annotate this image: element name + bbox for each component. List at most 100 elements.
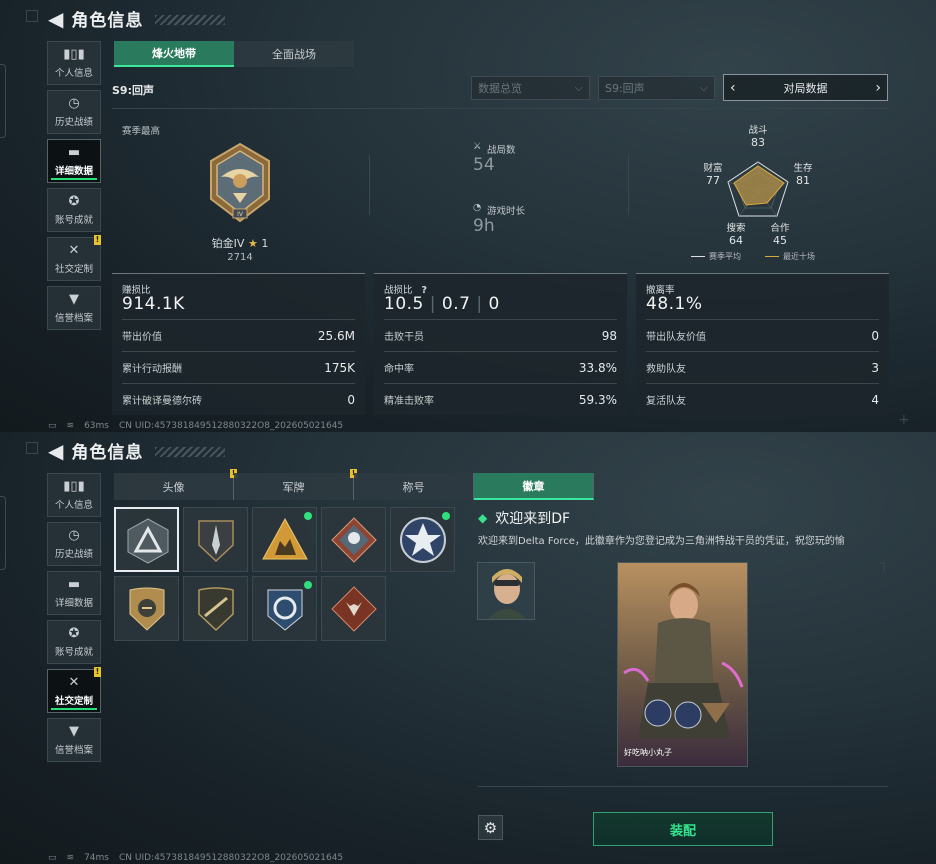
tab-full-battlefield[interactable]: 全面战场	[234, 41, 354, 67]
shield-icon: ▼	[69, 291, 79, 307]
badge-description: 欢迎来到Delta Force，此徽章作为您登记成为三角洲特战干员的凭证，祝您玩…	[478, 536, 845, 547]
badge-item-rifle[interactable]	[183, 576, 248, 641]
radar-label-survive: 生存 81	[783, 160, 823, 187]
radar-label-wealth: 财富 77	[693, 160, 733, 187]
equip-button[interactable]: 装配	[593, 812, 773, 846]
back-arrow-icon[interactable]: ◀	[48, 7, 63, 31]
diamond-icon: ◆	[478, 511, 488, 525]
sidebar-item-history[interactable]: ◷ 历史战绩	[47, 90, 101, 134]
radar-axis-value: 45	[773, 234, 787, 247]
badge-item-wolf[interactable]	[321, 576, 386, 641]
stat-row: 精准击败率 59.3%	[384, 383, 617, 415]
operator-showcase-image: 好吃呐小丸子	[617, 562, 748, 767]
sidebar-item-credit[interactable]: ▼ 信誉档案	[47, 718, 101, 762]
stat-row: 救助队友 3	[646, 351, 879, 383]
medal-icon: ✪	[68, 625, 80, 641]
radar-axis-label: 合作	[770, 223, 790, 234]
sidebar-item-personal-info[interactable]: ▮▯▮ 个人信息	[47, 473, 101, 517]
soldiers-emblem-icon	[262, 517, 308, 560]
sidebar-item-credit[interactable]: ▼ 信誉档案	[47, 286, 101, 330]
badge-item-soldiers[interactable]	[252, 507, 317, 572]
sidebar-item-achievements[interactable]: ✪ 账号成就	[47, 620, 101, 664]
tab-label: 徽章	[522, 479, 545, 493]
chevron-right-icon[interactable]: ›	[875, 80, 881, 96]
badge-item-blue-crest[interactable]	[252, 576, 317, 641]
badge-item-rose[interactable]	[321, 507, 386, 572]
sidebar-item-label: 个人信息	[54, 67, 93, 79]
wolf-emblem-icon	[331, 586, 377, 632]
stat-label: 带出队友价值	[646, 332, 706, 343]
stat-row: 命中率 33.8%	[384, 351, 617, 383]
sidebar-item-social[interactable]: ✕ 社交定制!	[47, 667, 101, 713]
mode-tabs: 烽火地带 全面战场	[114, 41, 354, 67]
tab-firezone[interactable]: 烽火地带	[114, 41, 234, 67]
back-arrow-icon[interactable]: ◀	[48, 439, 63, 463]
edge-handle[interactable]	[0, 64, 6, 138]
battery-icon: ▭	[48, 853, 57, 863]
sidebar-item-label: 社交定制	[54, 263, 93, 275]
badge-item-shield-gold[interactable]	[114, 576, 179, 641]
sidebar-item-detail-data[interactable]: ▬ 详细数据	[47, 571, 101, 615]
sidebar-item-social[interactable]: ✕ 社交定制!	[47, 235, 101, 281]
corner-decoration	[26, 10, 38, 22]
sidebar: ▮▯▮ 个人信息 ◷ 历史战绩 ▬ 详细数据 ✪ 账号成就 ✕ 社交定制! ▼ 信誉档案	[47, 473, 103, 767]
legend-avg-label: 赛季平均	[709, 252, 741, 261]
tab-avatar[interactable]: 头像!	[114, 469, 237, 500]
uid-text: CN UID:457381849512880322O8_202605021645	[118, 421, 344, 431]
badge-item-star[interactable]	[390, 507, 455, 572]
tab-title[interactable]: 称号	[354, 473, 474, 500]
star-emblem-icon	[400, 517, 446, 563]
stat-row: 累计行动报酬 175K	[122, 351, 355, 383]
sidebar-item-achievements[interactable]: ✪ 账号成就	[47, 188, 101, 232]
season-dropdown[interactable]: S9:回声 ⌵	[598, 76, 715, 100]
uid-text: CN UID:457381849512880322O8_202605021645	[118, 853, 344, 863]
divider	[112, 108, 888, 109]
stat-value: 3	[871, 360, 879, 375]
badge-title: 欢迎来到DF	[495, 511, 571, 527]
blade-emblem-icon	[198, 520, 234, 563]
page-title: 角色信息	[71, 443, 144, 463]
rank-info: 铂金IV ★ 1 2714	[170, 235, 310, 263]
stat-label: 带出价值	[122, 332, 162, 343]
card-value: 914.1K	[122, 294, 185, 314]
custom-tabs: 头像! 军牌! 称号 徽章	[114, 469, 594, 500]
sidebar-item-label: 详细数据	[54, 165, 93, 177]
tab-dogtag[interactable]: 军牌!	[234, 469, 357, 500]
legend-recent-label: 最近十场	[783, 252, 815, 261]
tab-badge[interactable]: 徽章	[474, 473, 594, 500]
stat-value: 33.8%	[578, 360, 617, 375]
folder-icon: ▬	[67, 144, 81, 160]
stat-row: 复活队友 4	[646, 383, 879, 415]
divider	[628, 155, 629, 215]
stat-value: 25.6M	[317, 328, 355, 343]
edge-handle[interactable]	[0, 496, 6, 570]
stat-label: 累计行动报酬	[122, 364, 182, 375]
tab-label: 头像	[162, 480, 185, 494]
sidebar-item-personal-info[interactable]: ▮▯▮ 个人信息	[47, 41, 101, 85]
radar-axis-label: 搜索	[726, 223, 746, 234]
chevron-left-icon[interactable]: ‹	[730, 80, 736, 96]
stat-label: 累计破译曼德尔砖	[122, 396, 202, 407]
sidebar-item-label: 信誉档案	[54, 744, 93, 756]
sidebar-item-label: 账号成就	[54, 646, 93, 658]
radar-legend: 赛季平均 最近十场	[691, 251, 815, 262]
data-overview-dropdown[interactable]: 数据总览 ⌵	[471, 76, 590, 100]
sidebar-item-label: 账号成就	[54, 214, 93, 226]
sidebar-item-label: 历史战绩	[54, 116, 93, 128]
sidebar-item-detail-data[interactable]: ▬ 详细数据	[47, 139, 101, 183]
stat-label: 救助队友	[646, 364, 686, 375]
stat-row: 带出队友价值 0	[646, 319, 879, 351]
stat-label: 精准击败率	[384, 396, 434, 407]
rank-name: 铂金IV	[211, 237, 245, 250]
sidebar-item-label: 信誉档案	[54, 312, 93, 324]
tab-label: 军牌	[282, 480, 305, 494]
status-footer: ▭ ≋ 74ms CN UID:457381849512880322O8_202…	[48, 853, 343, 863]
stat-label: 复活队友	[646, 396, 686, 407]
settings-gear-icon[interactable]: ⚙	[478, 815, 503, 840]
folder-icon: ▬	[67, 576, 81, 592]
operator-avatar[interactable]	[477, 562, 535, 620]
badge-item-blade[interactable]	[183, 507, 248, 572]
badge-item-triangle[interactable]	[114, 507, 179, 572]
sidebar-item-history[interactable]: ◷ 历史战绩	[47, 522, 101, 566]
battles-label: 战局数	[487, 145, 516, 156]
